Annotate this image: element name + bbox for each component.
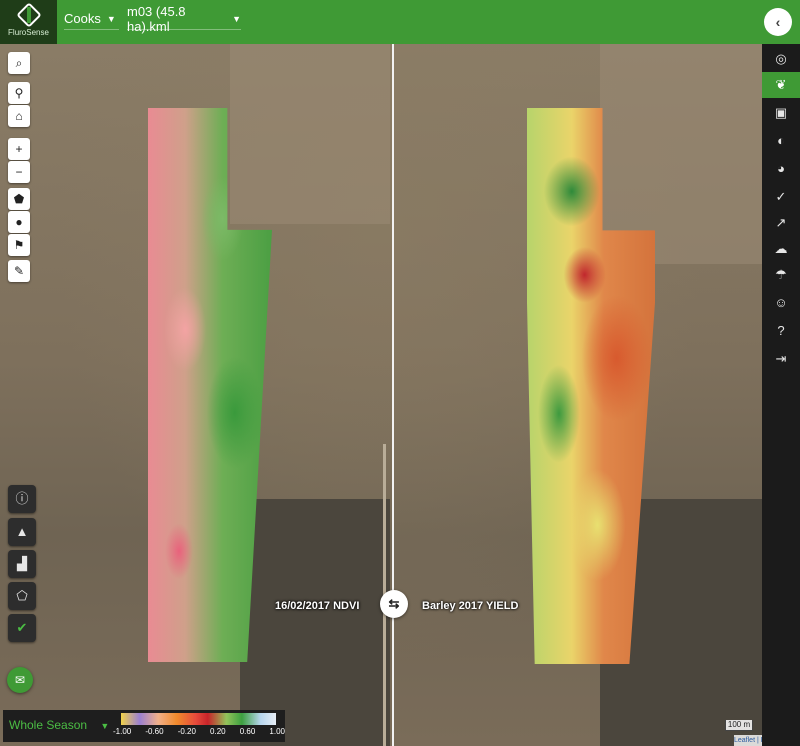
sidebar-item-crop[interactable]: ❦ <box>762 72 800 98</box>
legend-ticks: -1.00 -0.60 -0.20 0.20 0.60 1.00 <box>113 727 285 736</box>
left-layer-label: 16/02/2017 NDVI <box>275 600 360 612</box>
legend-tick: 1.00 <box>269 727 285 736</box>
app-logo[interactable]: FluroSense <box>0 0 57 44</box>
leaf-icon: ✔ <box>16 620 28 635</box>
crop-button[interactable]: ✔ <box>8 614 36 642</box>
logout-icon: ⇥ <box>775 351 787 366</box>
zoom-in-icon: + <box>15 142 23 156</box>
irrigation-icon: ☂ <box>775 267 787 282</box>
collapse-sidebar-button[interactable]: ‹ <box>764 8 792 36</box>
legend-tick: -1.00 <box>113 727 132 736</box>
sidebar-item-images[interactable]: ▣ <box>762 100 800 126</box>
warning-icon: ▲ <box>15 524 29 539</box>
field-file-value: m03 (45.8 ha).kml <box>127 3 186 34</box>
draw-polygon-button[interactable]: ⬟ <box>8 188 30 210</box>
sidebar-item-weather[interactable]: ☁ <box>762 236 800 262</box>
circle-icon: ● <box>15 215 23 229</box>
compare-divider[interactable] <box>392 44 394 746</box>
field-file-select[interactable]: m03 (45.8 ha).kml ▼ <box>127 4 241 34</box>
top-bar: FluroSense Cooks ▼ m03 (45.8 ha).kml ▼ ‹ <box>0 0 800 44</box>
search-button[interactable]: ⌕ <box>8 52 30 74</box>
sidebar-item-tasks[interactable]: ✓ <box>762 184 800 210</box>
info-button[interactable]: ⓘ <box>8 485 36 513</box>
sidebar-item-irrigation[interactable]: ☂ <box>762 262 800 288</box>
images-icon: ▣ <box>774 105 788 120</box>
legend-tick: -0.20 <box>177 727 196 736</box>
info-icon: ⓘ <box>15 491 29 506</box>
check-badge-icon: ✓ <box>775 189 787 204</box>
season-select-value: Whole Season <box>9 718 88 732</box>
sidebar-item-help[interactable]: ? <box>762 318 800 344</box>
pie-chart-icon: ◕ <box>777 161 785 176</box>
sidebar-item-account[interactable]: ☺ <box>762 290 800 316</box>
edit-button[interactable]: ✎ <box>8 260 30 282</box>
bar-chart-icon: ▟ <box>17 556 27 571</box>
farm-select[interactable]: Cooks ▼ <box>64 8 119 30</box>
paddock <box>240 499 390 746</box>
chart-button[interactable]: ▟ <box>8 550 36 578</box>
sidebar-item-logout[interactable]: ⇥ <box>762 346 800 372</box>
home-icon: ⌂ <box>15 109 23 123</box>
draw-circle-button[interactable]: ● <box>8 211 30 233</box>
trend-icon: ↗ <box>775 215 787 230</box>
chat-icon: ✉ <box>14 673 26 687</box>
compare-icon: ◐ <box>777 133 785 148</box>
tag-icon: ⬠ <box>16 588 28 603</box>
swap-arrows-icon: ⇆ <box>388 596 400 611</box>
layers-icon: ◎ <box>775 51 787 66</box>
right-sidebar: ◎ ❦ ▣ ◐ ◕ ✓ ↗ ☁ ☂ ☺ ? ⇥ <box>762 44 800 746</box>
edit-icon: ✎ <box>13 264 25 278</box>
home-button[interactable]: ⌂ <box>8 105 30 127</box>
sidebar-item-zones[interactable]: ◕ <box>762 156 800 182</box>
scale-bar: 100 m <box>725 720 753 731</box>
marker-icon: ⚑ <box>13 238 25 252</box>
crop-icon: ❦ <box>775 77 787 92</box>
pin-icon: ⚲ <box>14 86 24 100</box>
paddock <box>230 44 390 224</box>
map-view[interactable]: ⇆ 16/02/2017 NDVI Barley 2017 YIELD ⌕ ⚲ … <box>0 44 762 746</box>
polygon-icon: ⬟ <box>13 192 25 206</box>
season-select[interactable]: Whole Season ▼ <box>9 718 109 732</box>
search-icon: ⌕ <box>15 56 23 70</box>
help-icon: ? <box>777 323 785 338</box>
sidebar-item-compare[interactable]: ◐ <box>762 128 800 154</box>
zoom-out-icon: − <box>15 165 23 179</box>
legend-color-ramp <box>121 713 276 725</box>
chevron-left-icon: ‹ <box>775 14 781 30</box>
sidebar-item-trend[interactable]: ↗ <box>762 210 800 236</box>
legend-tick: -0.60 <box>145 727 164 736</box>
legend: Whole Season ▼ -1.00 -0.60 -0.20 0.20 0.… <box>3 710 285 742</box>
sidebar-item-layers[interactable]: ◎ <box>762 46 800 72</box>
warning-button[interactable]: ▲ <box>8 518 36 546</box>
legend-tick: 0.60 <box>239 727 256 736</box>
caret-down-icon: ▼ <box>232 13 241 24</box>
map-attribution[interactable]: Leaflet | FluroSat <box>734 735 762 746</box>
user-icon: ☺ <box>774 295 788 310</box>
weather-icon: ☁ <box>774 241 788 256</box>
right-layer-label: Barley 2017 YIELD <box>422 600 519 612</box>
brand-name: FluroSense <box>8 28 49 37</box>
pin-button[interactable]: ⚲ <box>8 82 30 104</box>
legend-tick: 0.20 <box>210 727 226 736</box>
chat-button[interactable]: ✉ <box>7 667 33 693</box>
zoom-in-button[interactable]: + <box>8 138 30 160</box>
caret-down-icon: ▼ <box>100 721 110 731</box>
draw-marker-button[interactable]: ⚑ <box>8 234 30 256</box>
farm-select-value: Cooks <box>64 11 101 26</box>
zoom-out-button[interactable]: − <box>8 161 30 183</box>
logo-icon <box>16 2 42 28</box>
tag-button[interactable]: ⬠ <box>8 582 36 610</box>
caret-down-icon: ▼ <box>106 13 116 24</box>
swap-button[interactable]: ⇆ <box>380 590 408 618</box>
